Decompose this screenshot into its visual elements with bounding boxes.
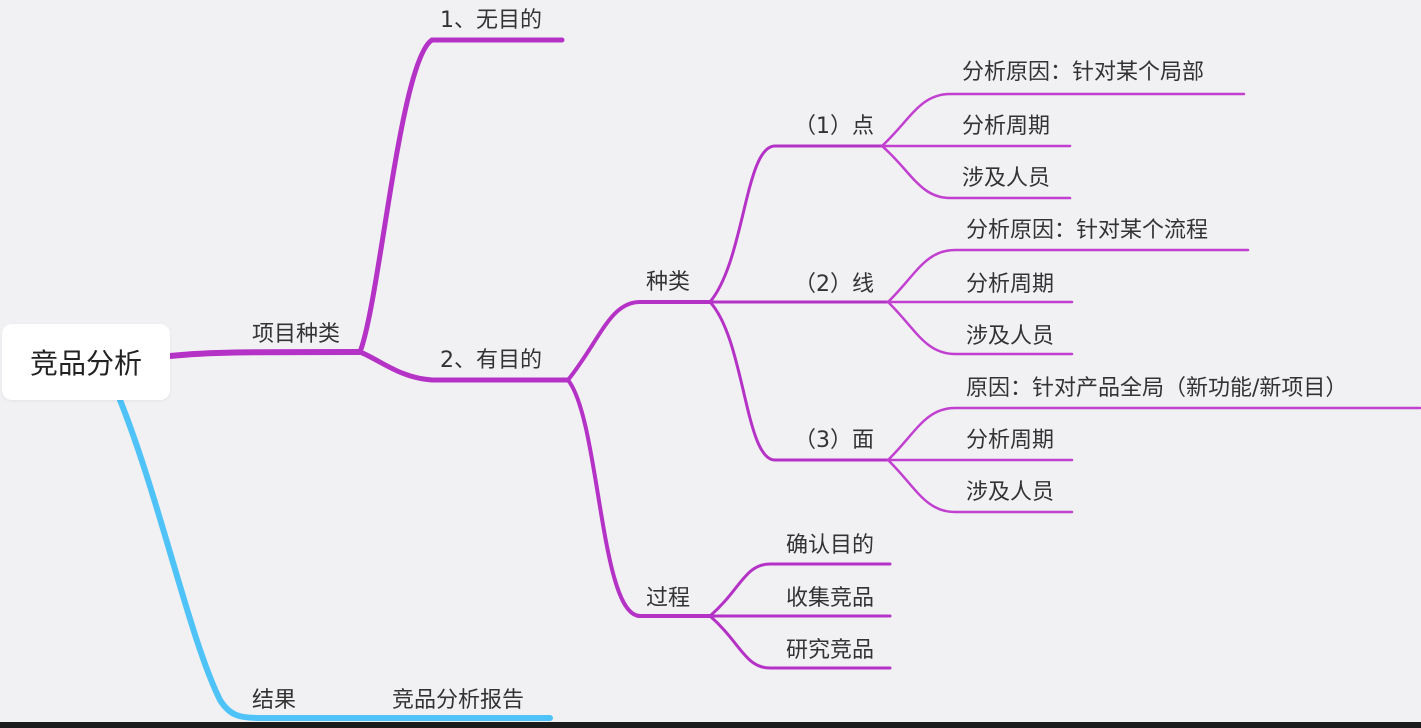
connector-point-reason bbox=[880, 92, 1246, 148]
node-line-people[interactable]: 涉及人员 bbox=[966, 326, 1054, 348]
connector-root-project-types bbox=[167, 349, 363, 359]
node-surface-reason[interactable]: 原因：针对产品全局（新功能/新项目） bbox=[966, 378, 1347, 400]
connector-types bbox=[566, 300, 712, 382]
node-point-reason[interactable]: 分析原因：针对某个局部 bbox=[962, 62, 1204, 84]
node-surface[interactable]: （3）面 bbox=[794, 430, 874, 452]
node-no-purpose[interactable]: 1、无目的 bbox=[440, 10, 542, 32]
node-line[interactable]: （2）线 bbox=[794, 274, 874, 296]
node-point[interactable]: （1）点 bbox=[794, 116, 874, 138]
node-with-purpose[interactable]: 2、有目的 bbox=[440, 350, 542, 372]
node-project-types[interactable]: 项目种类 bbox=[252, 324, 340, 346]
connector-result bbox=[117, 397, 553, 721]
node-surface-period[interactable]: 分析周期 bbox=[966, 430, 1054, 452]
node-result-report[interactable]: 竞品分析报告 bbox=[392, 690, 524, 712]
node-process-step-research[interactable]: 研究竞品 bbox=[786, 640, 874, 662]
connector-process bbox=[566, 378, 712, 618]
node-line-period[interactable]: 分析周期 bbox=[966, 274, 1054, 296]
node-process-step-collect[interactable]: 收集竞品 bbox=[786, 588, 874, 610]
connector-no-purpose bbox=[357, 37, 565, 355]
root-node-competitive-analysis[interactable]: 竞品分析 bbox=[2, 324, 170, 400]
node-process[interactable]: 过程 bbox=[646, 588, 690, 610]
node-point-people[interactable]: 涉及人员 bbox=[962, 168, 1050, 190]
bottom-edge-bar bbox=[0, 722, 1421, 728]
node-result[interactable]: 结果 bbox=[252, 690, 296, 712]
node-point-period[interactable]: 分析周期 bbox=[962, 116, 1050, 138]
connector-line-reason bbox=[886, 248, 1250, 304]
node-surface-people[interactable]: 涉及人员 bbox=[966, 482, 1054, 504]
mindmap-connectors bbox=[117, 37, 1421, 721]
node-process-step-confirm[interactable]: 确认目的 bbox=[786, 535, 874, 557]
node-types[interactable]: 种类 bbox=[646, 272, 690, 294]
node-line-reason[interactable]: 分析原因：针对某个流程 bbox=[966, 220, 1208, 242]
